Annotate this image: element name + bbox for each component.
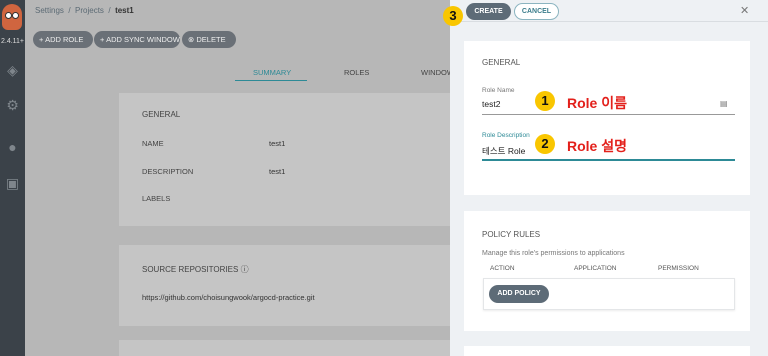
labels-label: LABELS: [142, 194, 171, 203]
name-value: test1: [269, 139, 286, 148]
add-policy-button[interactable]: ADD POLICY: [489, 285, 549, 303]
gear-icon[interactable]: ⚙: [4, 97, 21, 114]
delete-icon: ⊗: [188, 35, 195, 44]
role-name-label: Role Name: [482, 87, 515, 94]
close-icon[interactable]: ✕: [740, 4, 749, 17]
add-role-button[interactable]: + ADD ROLE: [33, 31, 93, 48]
tab-windows[interactable]: WINDOW: [421, 68, 454, 77]
annotation-role-description: Role 설명: [567, 138, 627, 154]
role-name-input[interactable]: test2: [482, 99, 500, 109]
repo-url[interactable]: https://github.com/choisungwook/argocd-p…: [142, 293, 315, 302]
tab-summary[interactable]: SUMMARY: [253, 68, 291, 77]
col-application: APPLICATION: [574, 265, 617, 272]
breadcrumb-projects[interactable]: Projects: [75, 6, 104, 15]
docs-icon[interactable]: ▣: [4, 175, 21, 192]
user-icon[interactable]: ●: [4, 139, 21, 156]
create-role-panel: CREATE CANCEL ✕ GENERAL Role Name test2 …: [450, 0, 768, 356]
policy-rules-title: POLICY RULES: [482, 230, 541, 239]
nav-rail: 2.4.11+ ◈ ⚙ ● ▣: [0, 0, 25, 356]
role-description-input[interactable]: 테스트 Role: [482, 145, 525, 157]
active-tab-indicator: [235, 80, 307, 81]
annotation-badge-1: 1: [535, 91, 555, 111]
next-card: [119, 340, 475, 356]
version-label: 2.4.11+: [0, 38, 25, 45]
description-label: DESCRIPTION: [142, 167, 194, 176]
description-value: test1: [269, 167, 286, 176]
card-icon[interactable]: ▤: [720, 99, 728, 108]
tab-roles[interactable]: ROLES: [344, 68, 369, 77]
name-label: NAME: [142, 139, 164, 148]
panel-general-box: GENERAL Role Name test2 ▤ Role Descripti…: [464, 41, 750, 195]
policy-hint: Manage this role's permissions to applic…: [482, 250, 625, 257]
info-icon[interactable]: ⓘ: [241, 265, 249, 274]
plus-icon: +: [100, 35, 105, 44]
panel-general-title: GENERAL: [482, 58, 521, 67]
general-card: GENERAL NAME test1 DESCRIPTION test1 LAB…: [119, 93, 475, 226]
source-repositories-title: SOURCE REPOSITORIES ⓘ: [142, 265, 249, 274]
role-description-underline: [482, 159, 735, 161]
argo-logo[interactable]: [2, 4, 22, 30]
layers-icon[interactable]: ◈: [4, 62, 21, 79]
col-action: ACTION: [490, 265, 515, 272]
next-box: [464, 346, 750, 356]
panel-toolbar: CREATE CANCEL ✕: [450, 0, 768, 22]
breadcrumb-current: test1: [115, 6, 134, 15]
cancel-button[interactable]: CANCEL: [514, 3, 559, 20]
breadcrumb-settings[interactable]: Settings: [35, 6, 64, 15]
create-button[interactable]: CREATE: [466, 3, 511, 20]
source-repositories-card: SOURCE REPOSITORIES ⓘ https://github.com…: [119, 245, 475, 326]
delete-button[interactable]: ⊗ DELETE: [182, 31, 236, 48]
main-content: Settings / Projects / test1 + ADD ROLE +…: [25, 0, 475, 356]
add-sync-window-button[interactable]: + ADD SYNC WINDOW: [94, 31, 180, 48]
annotation-role-name: Role 이름: [567, 95, 627, 111]
annotation-badge-2: 2: [535, 134, 555, 154]
role-description-label: Role Description: [482, 132, 530, 139]
breadcrumb: Settings / Projects / test1: [35, 6, 134, 15]
col-permission: PERMISSION: [658, 265, 699, 272]
plus-icon: +: [39, 35, 44, 44]
general-title: GENERAL: [142, 110, 181, 119]
annotation-badge-3: 3: [443, 6, 463, 26]
role-name-underline: [482, 114, 735, 115]
